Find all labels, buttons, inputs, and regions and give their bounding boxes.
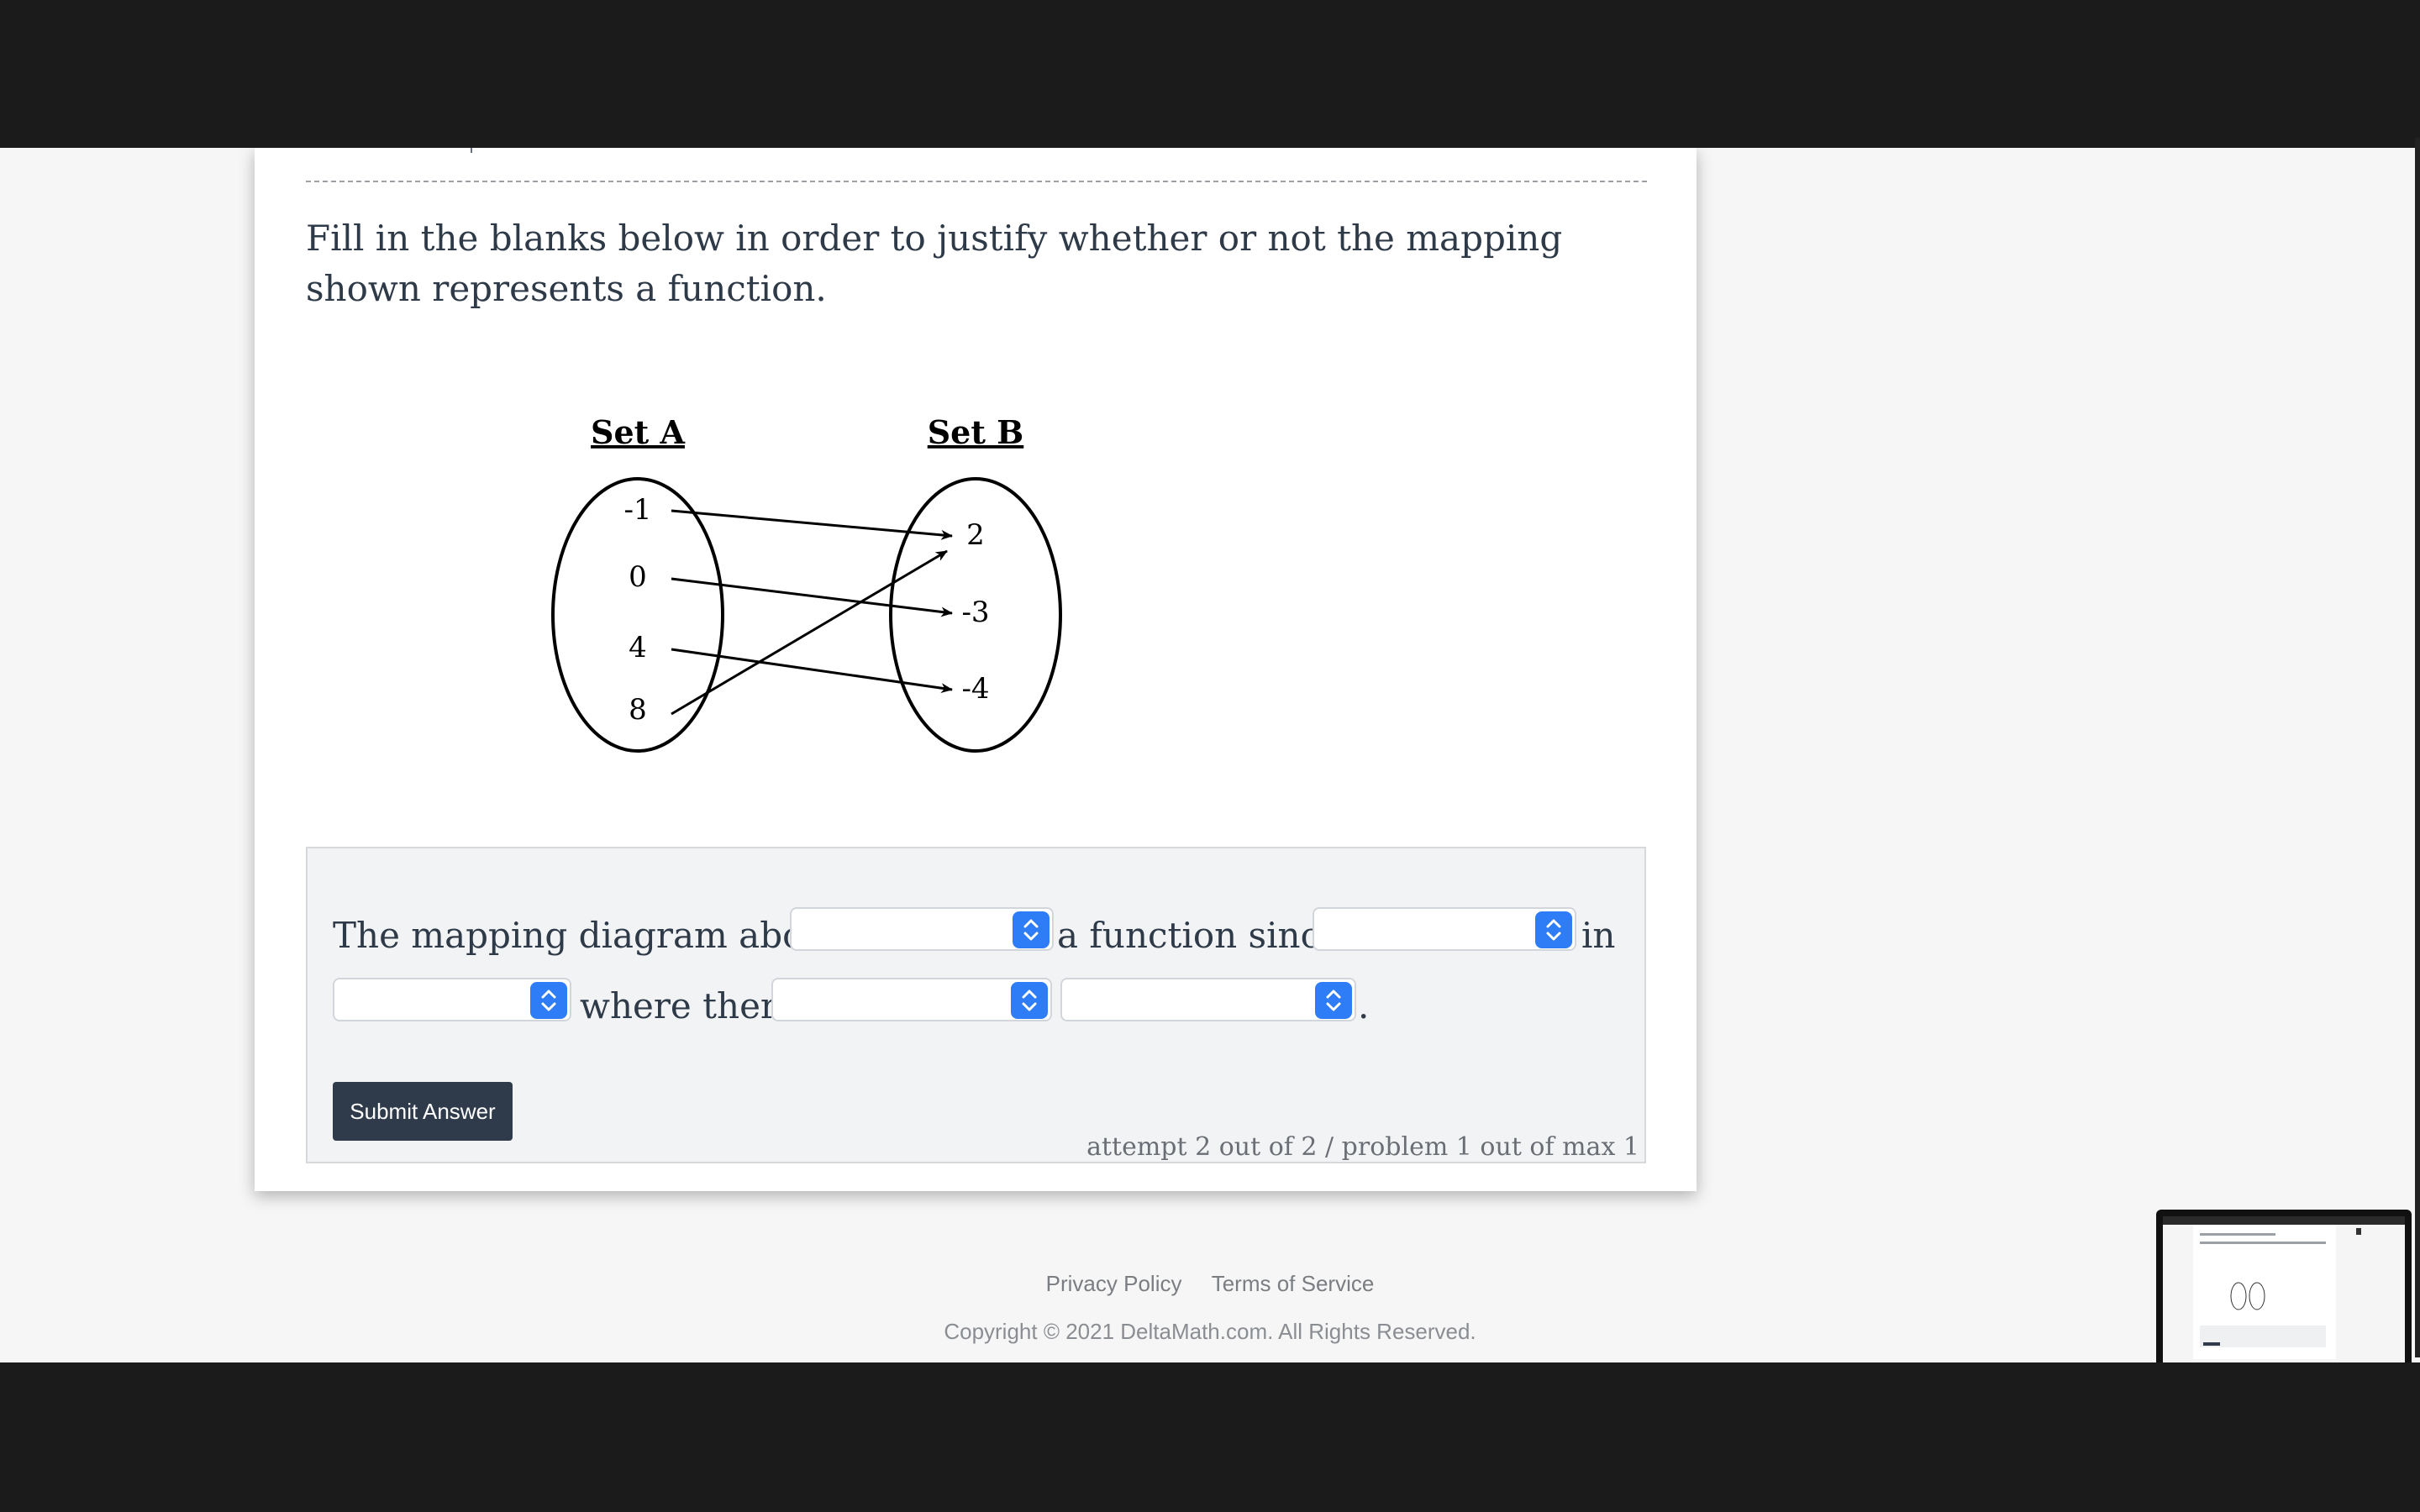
set-a-element: 8 <box>629 693 647 727</box>
dropdown-toggle-icon[interactable] <box>1315 982 1352 1019</box>
submit-answer-button[interactable]: Submit Answer <box>333 1082 513 1141</box>
answer-text: in <box>1581 915 1616 956</box>
problem-card: Fill in the blanks below in order to jus… <box>255 148 1697 1191</box>
set-b-element: -3 <box>961 596 989 629</box>
dropdown-toggle-icon[interactable] <box>530 982 567 1019</box>
answer-text: . <box>1358 985 1370 1026</box>
screen-preview-thumbnail[interactable] <box>2156 1210 2412 1362</box>
dropdown-toggle-icon[interactable] <box>1013 911 1050 948</box>
set-a-element: 4 <box>629 631 647 664</box>
answer-box: The mapping diagram above a function sin… <box>306 847 1646 1163</box>
thumbnail-miniature <box>2163 1216 2405 1359</box>
copyright-text: Copyright © 2021 DeltaMath.com. All Righ… <box>944 1319 1476 1344</box>
thumbnail-content <box>2163 1216 2405 1362</box>
dropdown-toggle-icon[interactable] <box>1535 911 1572 948</box>
set-b-element: -4 <box>961 672 989 706</box>
answer-text: The mapping diagram above <box>333 915 844 956</box>
set-b-element: 2 <box>966 518 985 552</box>
is-function-dropdown[interactable] <box>790 907 1054 951</box>
mapping-arrow <box>671 648 953 694</box>
mapping-diagram: Set A Set B -1 0 4 8 2 -3 -4 <box>551 413 1062 753</box>
reason-dropdown[interactable] <box>1313 907 1576 951</box>
count-dropdown[interactable] <box>771 978 1052 1021</box>
answer-text: a function since <box>1057 915 1341 956</box>
page-viewport: Fill in the blanks below in order to jus… <box>0 148 2420 1362</box>
set-dropdown[interactable] <box>333 978 571 1021</box>
set-a-element: 0 <box>629 560 647 594</box>
footer-links: Privacy Policy Terms of Service <box>0 1271 2420 1297</box>
output-dropdown[interactable] <box>1060 978 1356 1021</box>
answer-text: where there <box>580 985 798 1026</box>
mapping-arrow <box>671 577 953 617</box>
mapping-arrow <box>671 509 953 540</box>
scrollbar[interactable] <box>2415 138 2420 1357</box>
dropdown-toggle-icon[interactable] <box>1011 982 1048 1019</box>
privacy-policy-link[interactable]: Privacy Policy <box>1046 1271 1182 1296</box>
set-b-label: Set B <box>928 413 1024 451</box>
terms-of-service-link[interactable]: Terms of Service <box>1212 1271 1375 1296</box>
set-a-element: -1 <box>623 493 651 527</box>
set-a-label: Set A <box>591 413 685 451</box>
attempt-counter: attempt 2 out of 2 / problem 1 out of ma… <box>1086 1132 1639 1162</box>
